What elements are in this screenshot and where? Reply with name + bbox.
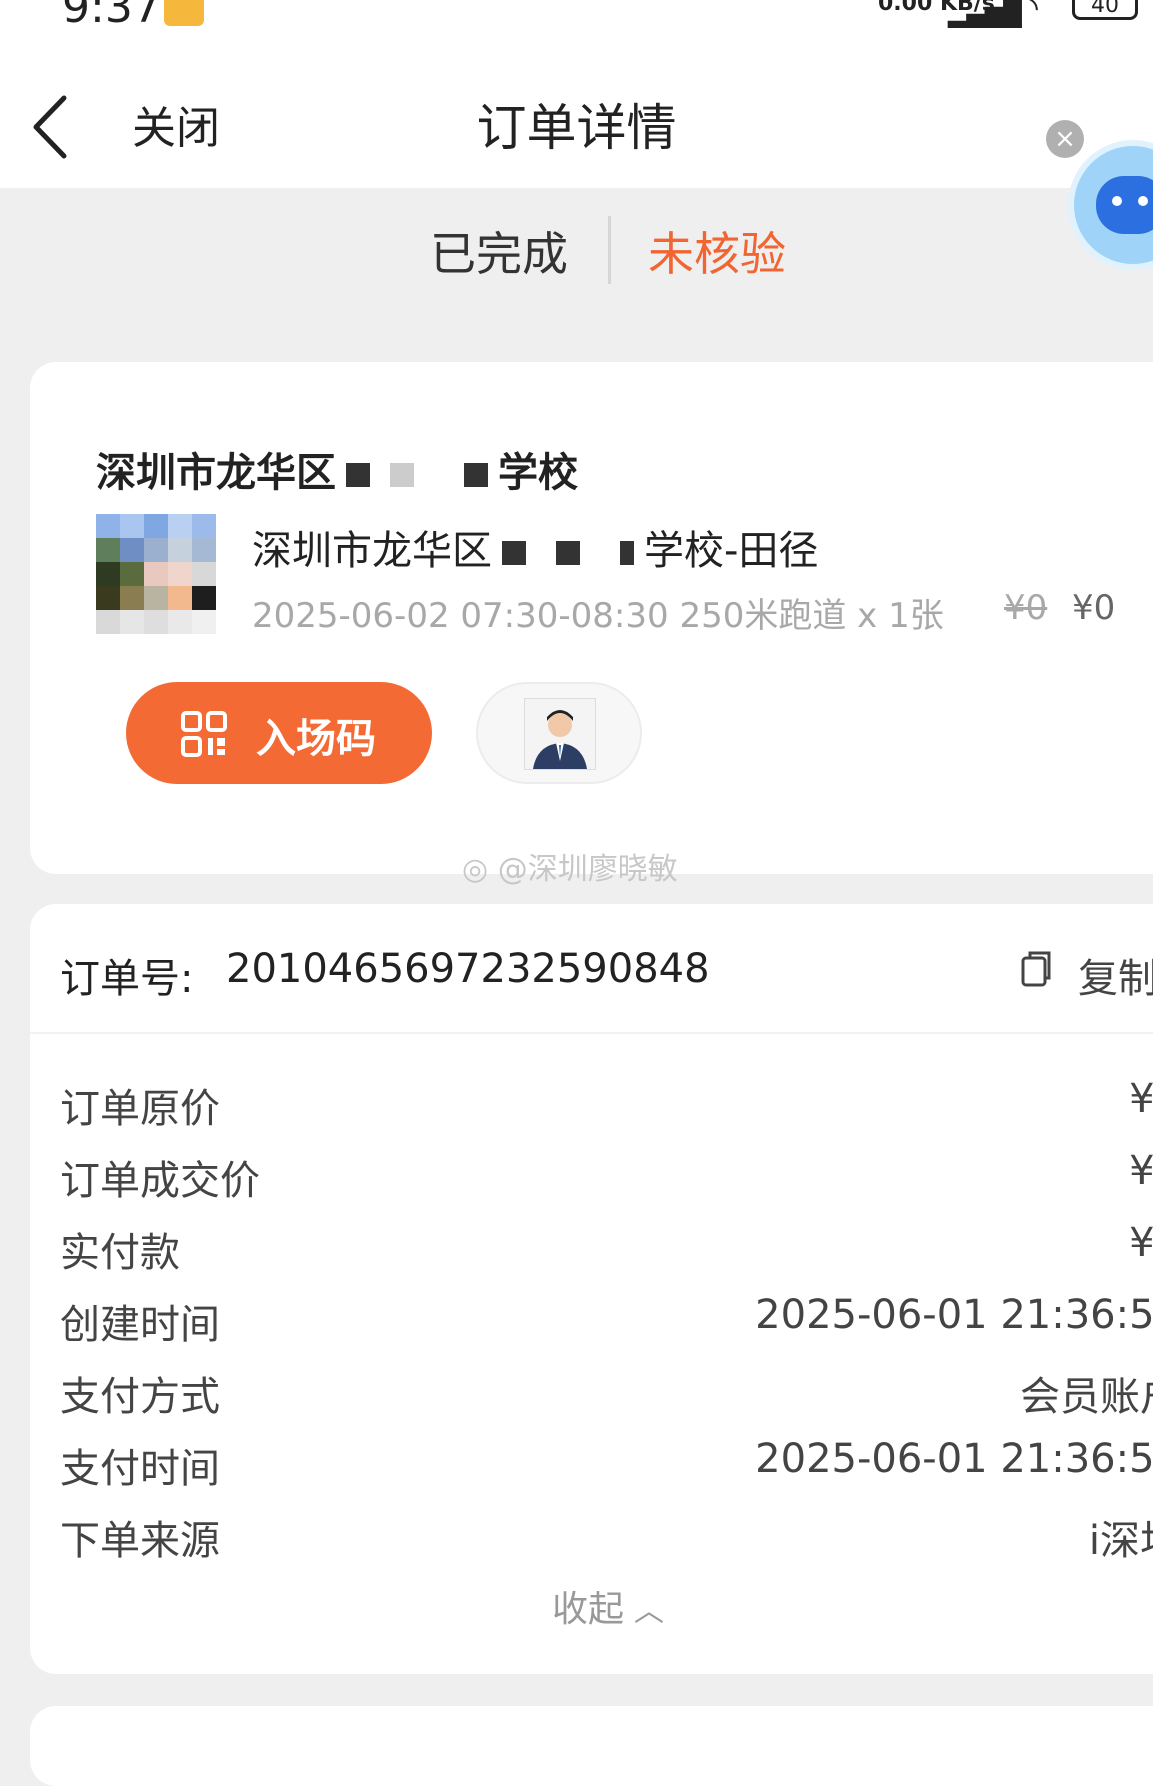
qr-code-icon	[181, 711, 227, 757]
watermark: ◎ @深圳廖晓敏	[462, 844, 678, 888]
detail-label: 支付方式	[60, 1374, 220, 1420]
collapse-button[interactable]: 收起 ︿	[552, 1580, 664, 1632]
blur-mask	[346, 463, 370, 487]
venue-card: 深圳市龙华区 学校 深圳市龙华区 学校-田径 2025-06-02 07:30-08…	[30, 362, 1153, 874]
blur-mask	[390, 463, 414, 487]
entry-code-button[interactable]: 入场码	[126, 682, 432, 784]
detail-value: i深圳	[1088, 1518, 1153, 1564]
item-name-suffix: 学校-田径	[644, 528, 819, 574]
detail-label: 创建时间	[60, 1302, 220, 1348]
detail-row-paid: 实付款 ¥0	[30, 1220, 1153, 1280]
school-name-prefix: 深圳市龙华区	[96, 450, 336, 496]
collapse-label: 收起	[552, 1589, 625, 1630]
item-name-prefix: 深圳市龙华区	[252, 528, 492, 574]
detail-row-payment-method: 支付方式 会员账户	[30, 1364, 1153, 1424]
copy-icon[interactable]	[1020, 950, 1052, 988]
close-circle-icon[interactable]: ×	[1046, 120, 1084, 158]
watermark-text: @深圳廖晓敏	[497, 852, 678, 887]
detail-row-original-price: 订单原价 ¥0	[30, 1076, 1153, 1136]
status-bar: 9:37 ··· 0.00 KB/s ▂▄▆█ ◠ 40	[0, 0, 1153, 33]
avatar	[524, 698, 596, 770]
more-notifications: ···	[222, 0, 260, 18]
detail-label: 下单来源	[60, 1518, 220, 1564]
face-photo-button[interactable]	[476, 682, 642, 784]
blur-mask	[502, 541, 526, 565]
detail-value: ¥0	[1129, 1220, 1153, 1266]
school-name-suffix: 学校	[498, 450, 578, 496]
detail-row-source: 下单来源 i深圳	[30, 1508, 1153, 1568]
order-number-row: 订单号: 2010465697232590848 复制	[30, 904, 1153, 1034]
status-time: 9:37	[62, 0, 161, 33]
entry-code-label: 入场码	[256, 716, 376, 762]
status-divider	[608, 216, 611, 284]
next-card	[30, 1706, 1153, 1786]
app-notification-icon	[164, 0, 204, 26]
status-pending: 未核验	[648, 227, 786, 281]
school-name: 深圳市龙华区 学校	[96, 440, 578, 498]
blur-mask	[464, 463, 488, 487]
copy-button[interactable]: 复制	[1078, 946, 1153, 1004]
battery-icon: 40	[1072, 0, 1138, 20]
chevron-up-icon: ︿	[634, 1594, 665, 1629]
order-detail-card: 订单号: 2010465697232590848 复制 订单原价 ¥0 订单成交…	[30, 904, 1153, 1674]
detail-label: 支付时间	[60, 1446, 220, 1492]
detail-label: 实付款	[60, 1230, 180, 1276]
detail-value: ¥0	[1129, 1148, 1153, 1194]
order-number-label: 订单号:	[60, 956, 194, 1002]
detail-label: 订单成交价	[60, 1158, 260, 1204]
detail-value: ¥0	[1129, 1076, 1153, 1122]
status-done: 已完成	[430, 227, 568, 281]
venue-item-name: 深圳市龙华区 学校-田径	[252, 518, 818, 576]
page-title: 订单详情	[476, 99, 677, 157]
nav-bar: 关闭 订单详情 ×	[0, 30, 1153, 188]
original-price: ¥0	[1004, 588, 1048, 628]
order-number: 2010465697232590848	[226, 946, 710, 992]
detail-value: 2025-06-01 21:36:52	[755, 1436, 1153, 1482]
wifi-icon: ◠	[1010, 0, 1040, 28]
detail-row-payment-time: 支付时间 2025-06-01 21:36:52	[30, 1436, 1153, 1496]
detail-label: 订单原价	[60, 1086, 220, 1132]
venue-item-detail: 2025-06-02 07:30-08:30 250米跑道 x 1张	[252, 596, 944, 636]
detail-value: 2025-06-01 21:36:51	[755, 1292, 1153, 1338]
detail-value: 会员账户	[1020, 1374, 1153, 1420]
blur-mask	[556, 541, 580, 565]
venue-thumbnail	[96, 514, 216, 634]
blur-mask	[620, 541, 634, 565]
detail-row-created-time: 创建时间 2025-06-01 21:36:51	[30, 1292, 1153, 1352]
weibo-icon: ◎	[462, 852, 489, 887]
order-status-row: 已完成 未核验	[0, 188, 1153, 318]
detail-row-deal-price: 订单成交价 ¥0	[30, 1148, 1153, 1208]
price: ¥0	[1072, 588, 1116, 628]
